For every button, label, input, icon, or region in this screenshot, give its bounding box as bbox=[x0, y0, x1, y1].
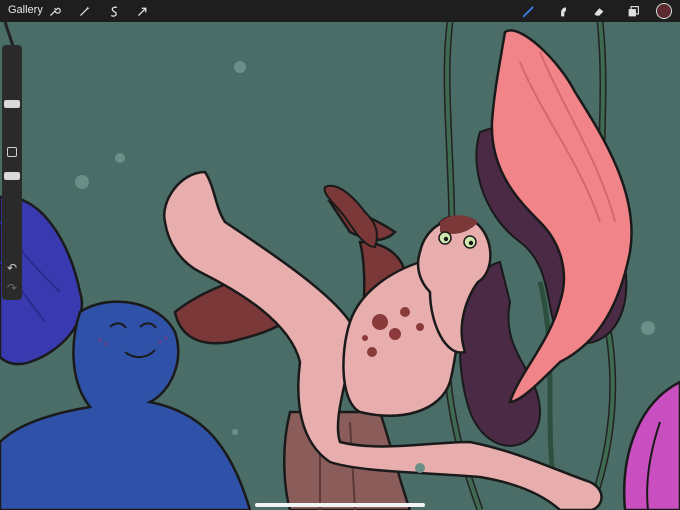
opacity-slider[interactable] bbox=[4, 172, 20, 180]
wrench-icon[interactable] bbox=[46, 3, 62, 19]
magic-wand-icon[interactable] bbox=[76, 3, 92, 19]
color-picker-swatch[interactable] bbox=[656, 3, 672, 19]
smudge-icon[interactable] bbox=[555, 3, 571, 19]
left-sidebar: ↶ ↷ bbox=[2, 45, 22, 300]
home-indicator[interactable] bbox=[255, 503, 425, 507]
undo-icon[interactable]: ↶ bbox=[5, 261, 19, 275]
selection-s-icon[interactable] bbox=[106, 3, 122, 19]
brush-size-slider[interactable] bbox=[4, 100, 20, 108]
drawing-canvas[interactable] bbox=[0, 22, 680, 510]
top-toolbar: Gallery bbox=[0, 0, 680, 22]
gallery-button[interactable]: Gallery bbox=[8, 4, 43, 16]
redo-icon[interactable]: ↷ bbox=[5, 281, 19, 295]
brush-icon[interactable] bbox=[520, 3, 536, 19]
eraser-icon[interactable] bbox=[590, 3, 606, 19]
modify-square-icon[interactable] bbox=[7, 147, 17, 157]
transform-arrow-icon[interactable] bbox=[134, 3, 150, 19]
layers-icon[interactable] bbox=[625, 3, 641, 19]
